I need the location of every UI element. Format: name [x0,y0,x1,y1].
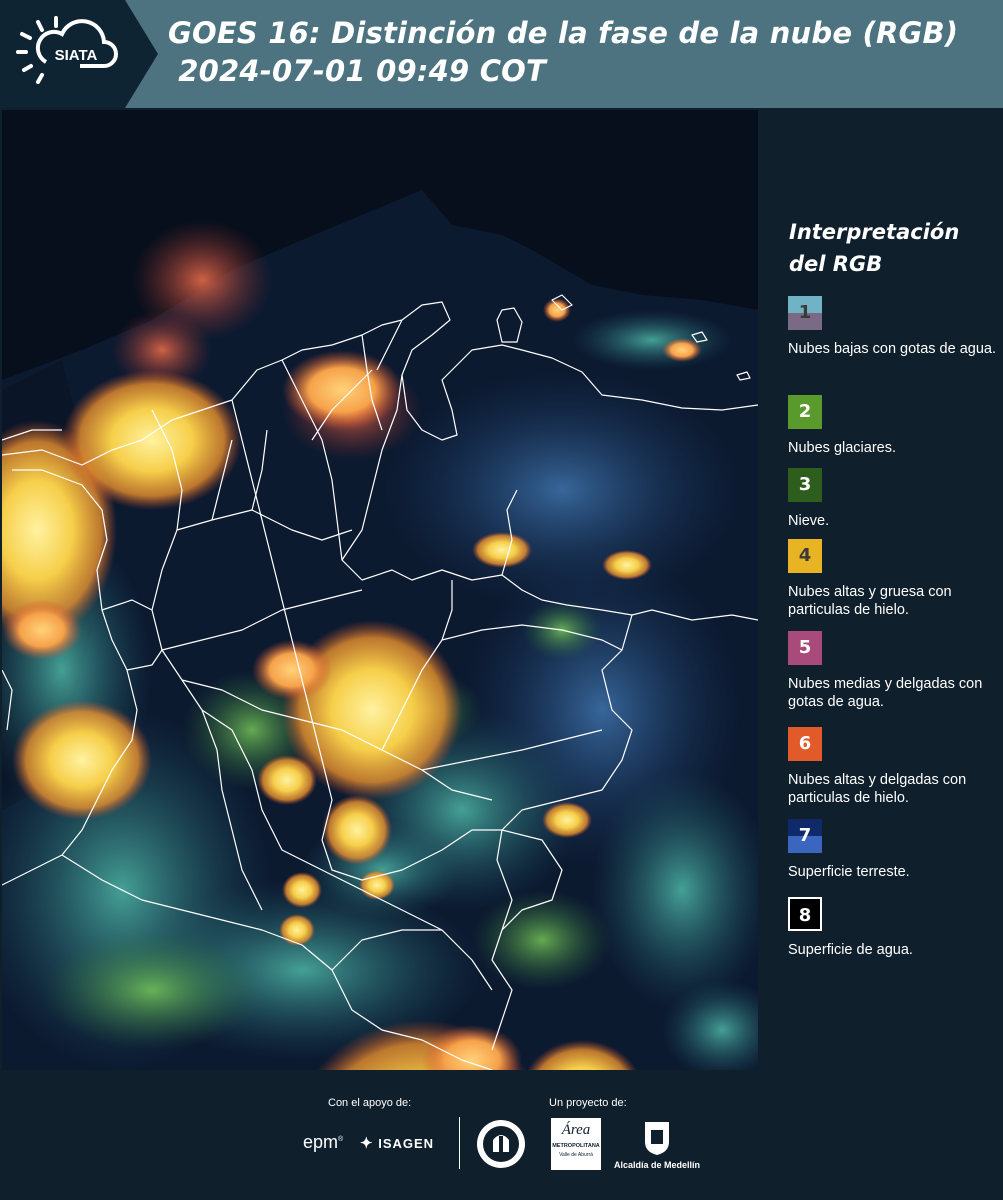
legend-label: Nubes altas y gruesa con particulas de h… [788,584,952,618]
legend-label: Nubes altas y delgadas con particulas de… [788,772,967,806]
epm-logo-text: epm [303,1132,339,1152]
legend-item-4: 4 Nubes altas y gruesa con particulas de … [788,539,1003,619]
alcaldia-shield-icon [645,1122,669,1155]
legend-number: 2 [798,401,812,422]
legend-swatch-8: 8 [788,897,822,931]
siata-logo: SIATA [0,0,158,108]
legend-item-1: 1 Nubes bajas con gotas de agua. [788,296,1003,358]
footer: Con el apoyo de: Un proyecto de: epm® ✦ … [0,1070,1003,1200]
isagen-icon: ✦ [360,1135,374,1152]
project-label: Un proyecto de: [549,1097,627,1109]
legend-number: 8 [798,905,812,926]
title-line-2: 2024-07-01 09:49 COT [168,54,547,88]
support-label: Con el apoyo de: [328,1097,412,1109]
page-title: GOES 16: Distinción de la fase de la nub… [168,14,958,90]
legend-label: Superficie de agua. [788,942,913,958]
legend-number: 3 [798,474,812,495]
area-logo-script: Área [561,1122,591,1138]
isagen-logo-text: ISAGEN [378,1136,435,1151]
satellite-image [2,110,758,1070]
legend-swatch-3: 3 [788,468,822,502]
legend-swatch-7: 7 [788,819,822,853]
legend-item-7: 7 Superficie terreste. [788,819,1003,881]
area-metropolitana-logo: Área METROPOLITANA Valle de Aburrá [551,1118,601,1170]
area-logo-line1: METROPOLITANA [552,1143,600,1149]
seal-logo [477,1120,525,1168]
legend-number: 5 [798,637,812,658]
legend-item-2: 2 Nubes glaciares. [788,395,1003,457]
header-banner: SIATA GOES 16: Distinción de la fase de … [0,0,1003,108]
legend-label: Nubes medias y delgadas con gotas de agu… [788,676,983,710]
legend-number: 4 [798,545,812,566]
title-line-1: GOES 16: Distinción de la fase de la nub… [168,16,959,50]
legend-swatch-6: 6 [788,727,822,761]
legend-panel: Interpretación del RGB 1 Nubes bajas con … [776,110,1003,1070]
legend-swatch-4: 4 [788,539,822,573]
alcaldia-logo-text: Alcaldía de Medellín [614,1160,701,1170]
isagen-logo: ✦ ISAGEN [360,1134,434,1152]
legend-label: Nieve. [788,513,830,529]
legend-item-8: 8 Superficie de agua. [788,897,1003,959]
legend-title: Interpretación del RGB [789,220,960,276]
legend-number: 6 [798,733,812,754]
legend-label: Nubes glaciares. [788,440,896,456]
legend-swatch-5: 5 [788,631,822,665]
legend-label: Superficie terreste. [788,864,910,880]
legend-swatch-1: 1 [788,296,822,330]
satellite-rgb-map [2,110,758,1070]
legend-item-6: 6 Nubes altas y delgadas con particulas d… [788,727,1003,807]
legend-label: Nubes bajas con gotas de agua. [788,341,996,357]
epm-logo: epm® [303,1132,344,1152]
footer-divider [459,1117,460,1169]
legend-number: 7 [798,825,812,846]
area-logo-line2: Valle de Aburrá [559,1152,593,1158]
legend-swatch-2: 2 [788,395,822,429]
siata-logo-text: SIATA [55,47,98,64]
legend-number: 1 [798,302,812,323]
legend-item-5: 5 Nubes medias y delgadas con gotas de ag… [788,631,1003,711]
legend-item-3: 3 Nieve. [788,468,1003,530]
